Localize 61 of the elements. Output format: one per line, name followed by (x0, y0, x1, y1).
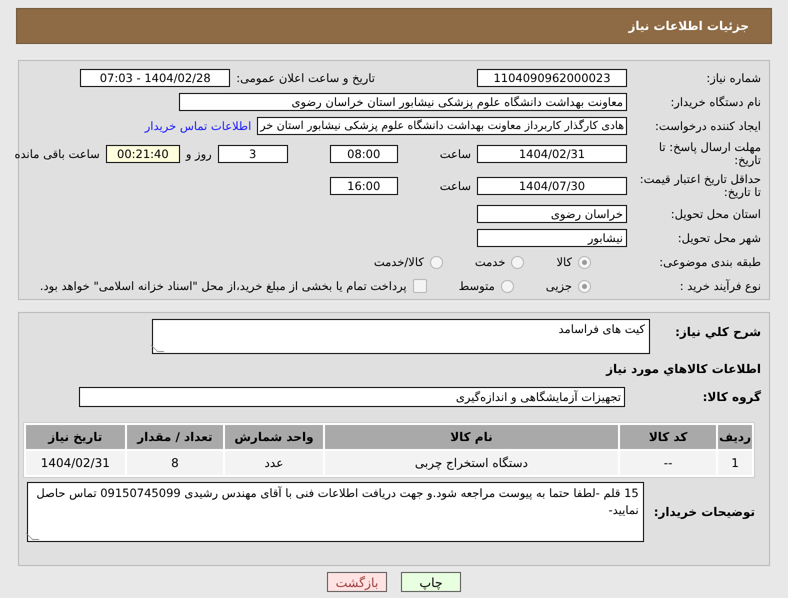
payment-note: پرداخت تمام یا بخشی از مبلغ خرید،از محل "اسناد خزانه اسلامی" خواهد بود. (40, 279, 407, 293)
field-label: تاریخ و ساعت اعلان عمومی: (236, 71, 375, 85)
table-cell: دستگاه استخراج چربی (324, 451, 618, 475)
goods-group-field: تجهیزات آزمایشگاهی و اندازه‌گیری (79, 387, 625, 407)
date-field: 1404/07/30 (477, 177, 627, 195)
section-heading: اطلاعات کالاهاي مورد نياز (604, 362, 761, 376)
need-number-field: 1104090962000023 (477, 69, 627, 87)
field-label: توضیحات خریدار: (654, 505, 755, 519)
table-cell: 1 (718, 451, 752, 475)
remaining-label: ساعت باقی مانده (14, 147, 100, 161)
field-label: گروه کالا: (702, 390, 761, 404)
option-label: جزیی (546, 279, 572, 293)
table-cell: -- (620, 451, 716, 475)
requester-field: هادی کارگذار کاربرداز معاونت بهداشت دانشگاه علوم پزشکی نیشابور استان خر (257, 117, 627, 135)
field-label: شهر محل تحویل: (676, 232, 761, 244)
buyer-field: معاونت بهداشت دانشگاه علوم پزشکی نیشابور استان خراسان رضوی (179, 93, 627, 111)
province-field: خراسان رضوی (477, 205, 627, 223)
notes-field: 15 قلم -لطفا حتما به پیوست مراجعه شود.و جهت دریافت اطلاعات فنی با آقای مهندس رشیدی 09150745099 تماس حاصل نمایید- (27, 482, 644, 542)
column-header: کد کالا (620, 425, 716, 449)
option-label: کالا/خدمت (374, 255, 424, 269)
option-label: کالا (556, 255, 572, 269)
back-button[interactable]: بازگشت (327, 572, 387, 592)
days-field: 3 (218, 145, 288, 163)
table-cell: 8 (126, 451, 224, 475)
column-header: واحد شمارش (225, 425, 323, 449)
field-label: نوع فرآیند خرید : (678, 280, 761, 292)
field-label: حداقل تاریخ اعتبار قیمت: تا تاریخ: (638, 173, 761, 199)
radio-button[interactable] (430, 256, 443, 268)
field-label: ایجاد کننده درخواست: (654, 120, 761, 132)
field-label: شرح کلي نياز: (674, 324, 761, 339)
time-field: 08:00 (330, 145, 398, 163)
checkbox[interactable] (412, 279, 427, 293)
field-label: شماره نیاز: (705, 72, 761, 84)
announce-date-field: 1404/02/28 - 07:03 (80, 69, 230, 87)
print-button[interactable]: چاپ (401, 572, 461, 592)
radio-button[interactable] (578, 256, 591, 268)
column-header: نام کالا (324, 425, 618, 449)
table-cell: 1404/02/31 (26, 451, 125, 475)
days-label: روز و (186, 147, 212, 161)
time-label: ساعت (440, 147, 471, 161)
field-label: نام دستگاه خریدار: (669, 96, 761, 108)
field-label: مهلت ارسال پاسخ: تا تاریخ: (658, 141, 761, 167)
column-header: تاریخ نیاز (26, 425, 125, 449)
city-field: نیشابور (477, 229, 627, 247)
column-header: تعداد / مقدار (126, 425, 224, 449)
radio-button[interactable] (578, 280, 591, 292)
option-label: متوسط (458, 279, 495, 293)
contact-link[interactable]: اطلاعات تماس خریدار (144, 119, 252, 133)
description-field: کیت های فراسامد (152, 319, 650, 354)
remaining-time-field: 00:21:40 (106, 145, 180, 163)
date-field: 1404/02/31 (477, 145, 627, 163)
page-title: جزئیات اطلاعات نیاز (628, 19, 749, 33)
field-label: طبقه بندی موضوعی: (658, 256, 761, 268)
radio-button[interactable] (511, 256, 524, 268)
field-label: استان محل تحویل: (670, 208, 761, 220)
option-label: خدمت (474, 255, 506, 269)
time-field: 16:00 (330, 177, 398, 195)
column-header: ردیف (718, 425, 752, 449)
time-label: ساعت (440, 179, 471, 193)
radio-button[interactable] (500, 280, 514, 292)
table-cell: عدد (225, 451, 323, 475)
